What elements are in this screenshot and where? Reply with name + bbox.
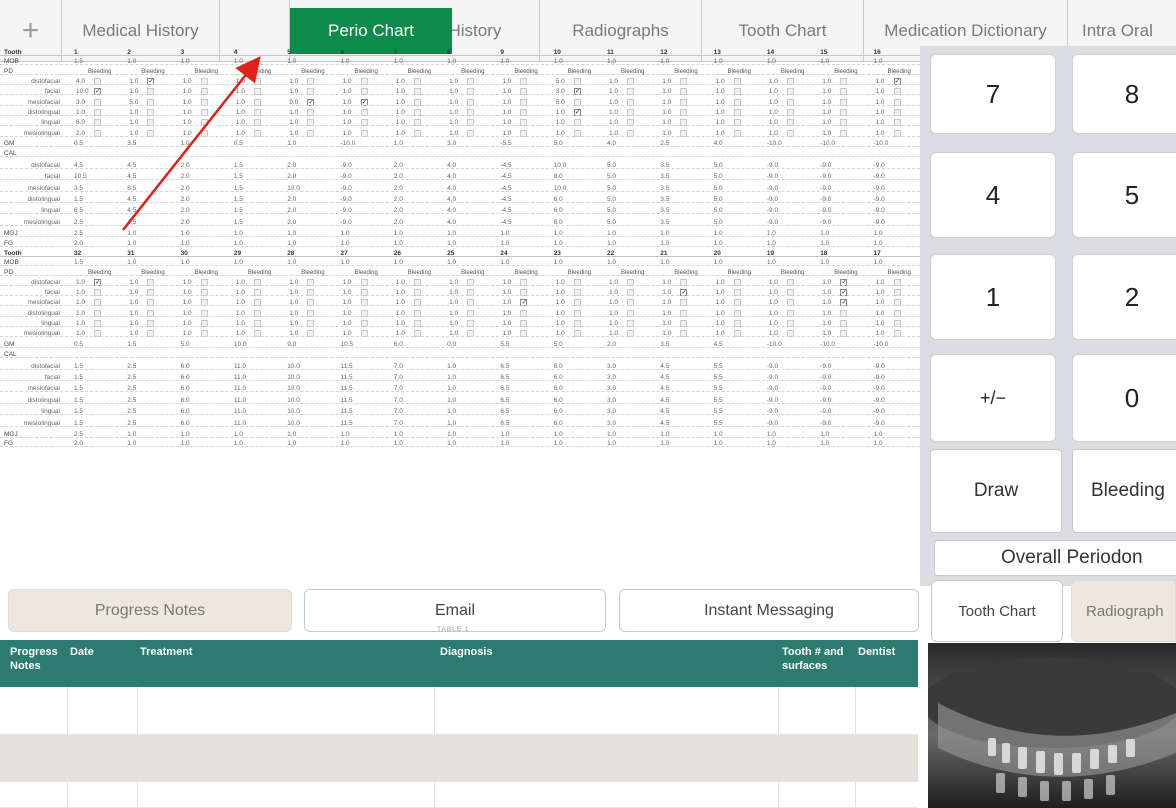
instant-messaging-button[interactable]: Instant Messaging <box>619 589 919 632</box>
chart-row-divider <box>0 405 920 416</box>
bleeding-button[interactable]: Bleeding <box>1072 449 1176 533</box>
header-diagnosis: Diagnosis <box>440 646 493 658</box>
draw-button[interactable]: Draw <box>930 449 1062 533</box>
key-5[interactable]: 5 <box>1072 152 1176 238</box>
table-caption: TABLE 1 <box>437 626 470 633</box>
radiograph-thumbnail[interactable] <box>928 643 1176 808</box>
chart-row-divider <box>0 170 920 181</box>
chart-row-divider <box>0 437 920 448</box>
column-divider <box>778 687 779 808</box>
chart-row-divider <box>0 286 920 296</box>
chart-row-divider <box>0 216 920 226</box>
chart-row-divider <box>0 116 920 127</box>
header-date: Date <box>70 646 94 658</box>
tooth-chart-button[interactable]: Tooth Chart <box>931 580 1063 642</box>
key-4[interactable]: 4 <box>930 152 1056 238</box>
chart-row-divider <box>0 127 920 137</box>
key-8[interactable]: 8 <box>1072 54 1176 134</box>
column-divider <box>434 687 435 808</box>
chart-row-divider <box>0 193 920 203</box>
radiographs-button[interactable]: Radiograph <box>1071 580 1176 642</box>
chart-row-divider <box>0 276 920 286</box>
header-progress-notes: Progress Notes <box>10 646 58 672</box>
chart-row-divider <box>0 382 920 393</box>
key-2[interactable]: 2 <box>1072 254 1176 340</box>
perio-chart-grid: Tooth 1 2 3 4 5 6 7 8 9 10 11 12 13 14 15 16 MOB 1.5 1.0 1.0… <box>0 46 920 582</box>
table-header: Progress Notes Date Treatment Diagnosis … <box>0 640 918 687</box>
chart-row-divider <box>0 338 920 348</box>
header-dentist: Dentist <box>858 646 896 658</box>
chart-row-divider <box>0 204 920 215</box>
chart-row-divider <box>0 159 920 169</box>
chart-row-divider <box>0 296 920 307</box>
chart-row-divider <box>0 147 920 157</box>
key-1[interactable]: 1 <box>930 254 1056 340</box>
chart-row-divider <box>0 106 920 116</box>
chart-row-divider <box>0 394 920 404</box>
column-divider <box>137 687 138 808</box>
chart-row-divider <box>0 182 920 192</box>
chart-row-divider <box>0 307 920 317</box>
chart-row-divider <box>0 96 920 106</box>
chart-row-divider <box>0 256 920 266</box>
key-7[interactable]: 7 <box>930 54 1056 134</box>
column-divider <box>67 687 68 808</box>
chart-row-divider <box>0 55 920 65</box>
chart-row-divider <box>0 137 920 147</box>
chart-row-divider <box>0 428 920 438</box>
chart-row-divider <box>0 360 920 370</box>
chart-row-divider <box>0 327 920 338</box>
progress-notes-button[interactable]: Progress Notes <box>8 589 292 632</box>
overall-periodontal-button[interactable]: Overall Periodon <box>934 540 1176 576</box>
keypad-panel: 7 8 4 5 1 2 +/− 0 Draw Bleeding Overall … <box>920 46 1176 586</box>
plus-icon: + <box>21 14 40 47</box>
chart-row-divider <box>0 317 920 327</box>
chart-row-divider <box>0 371 920 381</box>
chart-row-divider <box>0 417 920 427</box>
progress-notes-table: Progress Notes Date Treatment Diagnosis … <box>0 640 918 808</box>
chart-row-divider <box>0 75 920 85</box>
chart-row-divider <box>0 348 920 358</box>
key-plus-minus[interactable]: +/− <box>930 354 1056 442</box>
column-divider <box>855 687 856 808</box>
chart-row-divider <box>0 237 920 247</box>
app-root: + Medical History l History Radiographs … <box>0 0 1176 808</box>
header-tooth-surfaces: Tooth # and surfaces <box>782 646 844 672</box>
chart-row-divider <box>0 227 920 238</box>
chart-row-divider <box>0 85 920 96</box>
key-0[interactable]: 0 <box>1072 354 1176 442</box>
header-treatment: Treatment <box>140 646 193 658</box>
